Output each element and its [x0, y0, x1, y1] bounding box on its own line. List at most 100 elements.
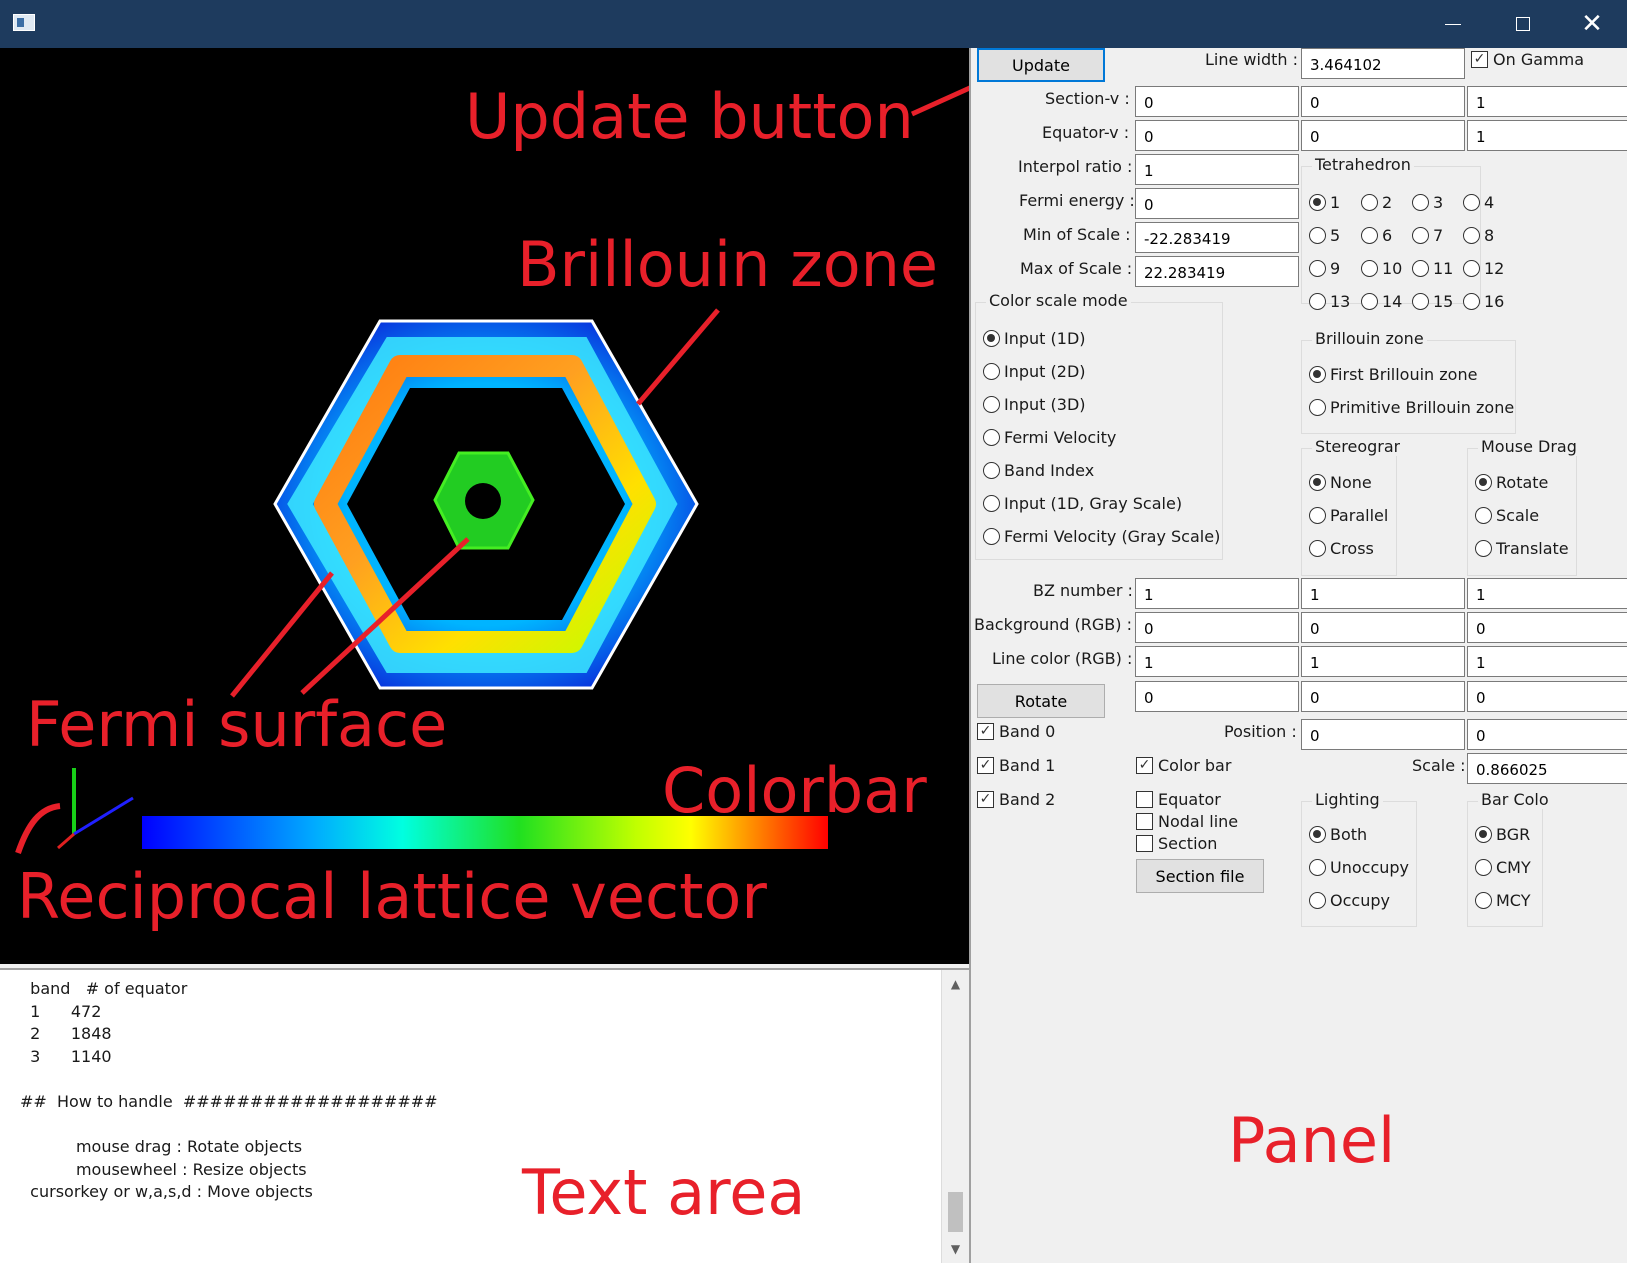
lighting-both-radio[interactable]: Both — [1309, 825, 1367, 844]
fermi-surface-viewport[interactable]: Update button Brillouin zone Fermi surfa… — [0, 48, 969, 964]
tetra-radio-9[interactable]: 9 — [1309, 259, 1340, 278]
color-mode-input-1d-gray[interactable]: Input (1D, Gray Scale) — [983, 494, 1182, 513]
tetra-radio-2[interactable]: 2 — [1361, 193, 1392, 212]
line-width-field[interactable]: 3.464102 — [1301, 48, 1465, 79]
fermi-energy-field[interactable]: 0 — [1135, 188, 1299, 219]
brillouin-zone-group: Brillouin zone — [1301, 329, 1516, 434]
section-checkbox[interactable]: Section — [1136, 834, 1217, 853]
min-scale-field[interactable]: -22.283419 — [1135, 222, 1299, 253]
color-mode-input-2d[interactable]: Input (2D) — [983, 362, 1086, 381]
nodal-line-checkbox[interactable]: Nodal line — [1136, 812, 1238, 831]
tetra-radio-8[interactable]: 8 — [1463, 226, 1494, 245]
scroll-up-icon[interactable]: ▲ — [942, 972, 969, 996]
band-2-checkbox[interactable]: ✓ Band 2 — [977, 790, 1055, 809]
band-0-checkbox[interactable]: ✓ Band 0 — [977, 722, 1055, 741]
check-icon: ✓ — [977, 757, 994, 774]
minimize-icon — [1445, 23, 1461, 25]
log-text-area[interactable]: band # of equator 1 472 2 1848 3 1140 ##… — [0, 968, 969, 1263]
section-v-x[interactable]: 0 — [1135, 86, 1299, 117]
bz-number-x[interactable]: 1 — [1135, 578, 1299, 609]
axis-b2-vector — [57, 832, 75, 850]
line-color-r[interactable]: 1 — [1135, 646, 1299, 677]
tetra-radio-4[interactable]: 4 — [1463, 193, 1494, 212]
tetra-radio-15[interactable]: 15 — [1412, 292, 1453, 311]
update-button[interactable]: Update — [977, 48, 1105, 82]
section-file-button[interactable]: Section file — [1136, 859, 1264, 893]
tetra-radio-5[interactable]: 5 — [1309, 226, 1340, 245]
close-button[interactable]: ✕ — [1557, 0, 1627, 48]
bz-number-label: BZ number : — [1033, 581, 1133, 600]
background-g[interactable]: 0 — [1301, 612, 1465, 643]
equator-v-z[interactable]: 1 — [1467, 120, 1627, 151]
mouse-drag-translate-radio[interactable]: Translate — [1475, 539, 1569, 558]
scale-field[interactable]: 0.866025 — [1467, 753, 1627, 784]
lighting-title: Lighting — [1312, 790, 1383, 809]
color-mode-fermi-velocity-gray[interactable]: Fermi Velocity (Gray Scale) — [983, 527, 1220, 546]
bar-color-mcy-radio[interactable]: MCY — [1475, 891, 1530, 910]
tetra-radio-14[interactable]: 14 — [1361, 292, 1402, 311]
mouse-drag-scale-radio[interactable]: Scale — [1475, 506, 1539, 525]
equator-checkbox[interactable]: Equator — [1136, 790, 1221, 809]
stereogram-cross-radio[interactable]: Cross — [1309, 539, 1374, 558]
line-color-b[interactable]: 1 — [1467, 646, 1627, 677]
rotate-button[interactable]: Rotate — [977, 684, 1105, 718]
stereogram-parallel-radio[interactable]: Parallel — [1309, 506, 1388, 525]
bz-first-radio[interactable]: First Brillouin zone — [1309, 365, 1477, 384]
bz-number-y[interactable]: 1 — [1301, 578, 1465, 609]
color-bar-checkbox[interactable]: ✓ Color bar — [1136, 756, 1231, 775]
bar-color-cmy-radio[interactable]: CMY — [1475, 858, 1531, 877]
bz-number-z[interactable]: 1 — [1467, 578, 1627, 609]
mouse-drag-rotate-radio[interactable]: Rotate — [1475, 473, 1548, 492]
annotation-brillouin-zone: Brillouin zone — [517, 228, 939, 301]
on-gamma-checkbox[interactable]: ✓ On Gamma — [1471, 50, 1584, 69]
background-rgb-label: Background (RGB) : — [974, 615, 1132, 634]
interpol-ratio-field[interactable]: 1 — [1135, 154, 1299, 185]
color-mode-fermi-velocity[interactable]: Fermi Velocity — [983, 428, 1116, 447]
tetra-radio-10[interactable]: 10 — [1361, 259, 1402, 278]
line-color-g[interactable]: 1 — [1301, 646, 1465, 677]
brillouin-zone-title: Brillouin zone — [1312, 329, 1427, 348]
background-b[interactable]: 0 — [1467, 612, 1627, 643]
tetra-radio-16[interactable]: 16 — [1463, 292, 1504, 311]
tetra-radio-7[interactable]: 7 — [1412, 226, 1443, 245]
stereogram-title: Stereogram — [1312, 437, 1400, 456]
bar-color-title: Bar Color — [1478, 790, 1548, 809]
text-area-scrollbar[interactable]: ▲ ▼ — [941, 970, 969, 1263]
annotation-update-button: Update button — [465, 80, 914, 153]
check-icon: ✓ — [977, 791, 994, 808]
line-color-rgb-label: Line color (RGB) : — [992, 649, 1133, 668]
tetra-radio-6[interactable]: 6 — [1361, 226, 1392, 245]
section-v-y[interactable]: 0 — [1301, 86, 1465, 117]
lighting-unoccupy-radio[interactable]: Unoccupy — [1309, 858, 1409, 877]
section-v-z[interactable]: 1 — [1467, 86, 1627, 117]
equator-v-x[interactable]: 0 — [1135, 120, 1299, 151]
color-mode-input-1d[interactable]: Input (1D) — [983, 329, 1086, 348]
max-scale-label: Max of Scale : — [1020, 259, 1133, 278]
rotate-x[interactable]: 0 — [1135, 681, 1299, 712]
position-x[interactable]: 0 — [1301, 719, 1465, 750]
bz-primitive-radio[interactable]: Primitive Brillouin zone — [1309, 398, 1514, 417]
color-mode-band-index[interactable]: Band Index — [983, 461, 1094, 480]
scroll-thumb[interactable] — [948, 1192, 963, 1232]
position-y[interactable]: 0 — [1467, 719, 1627, 750]
tetra-radio-11[interactable]: 11 — [1412, 259, 1453, 278]
rotate-y[interactable]: 0 — [1301, 681, 1465, 712]
scale-label: Scale : — [1412, 756, 1466, 775]
bar-color-bgr-radio[interactable]: BGR — [1475, 825, 1530, 844]
rotate-z[interactable]: 0 — [1467, 681, 1627, 712]
band-1-checkbox[interactable]: ✓ Band 1 — [977, 756, 1055, 775]
lighting-occupy-radio[interactable]: Occupy — [1309, 891, 1390, 910]
background-r[interactable]: 0 — [1135, 612, 1299, 643]
tetra-radio-12[interactable]: 12 — [1463, 259, 1504, 278]
stereogram-none-radio[interactable]: None — [1309, 473, 1372, 492]
minimize-button[interactable] — [1418, 0, 1488, 48]
tetra-radio-3[interactable]: 3 — [1412, 193, 1443, 212]
color-mode-input-3d[interactable]: Input (3D) — [983, 395, 1086, 414]
tetra-radio-1[interactable]: 1 — [1309, 193, 1340, 212]
equator-v-y[interactable]: 0 — [1301, 120, 1465, 151]
max-scale-field[interactable]: 22.283419 — [1135, 256, 1299, 287]
maximize-icon — [1516, 17, 1530, 31]
tetra-radio-13[interactable]: 13 — [1309, 292, 1350, 311]
maximize-button[interactable] — [1488, 0, 1558, 48]
scroll-down-icon[interactable]: ▼ — [942, 1237, 969, 1261]
